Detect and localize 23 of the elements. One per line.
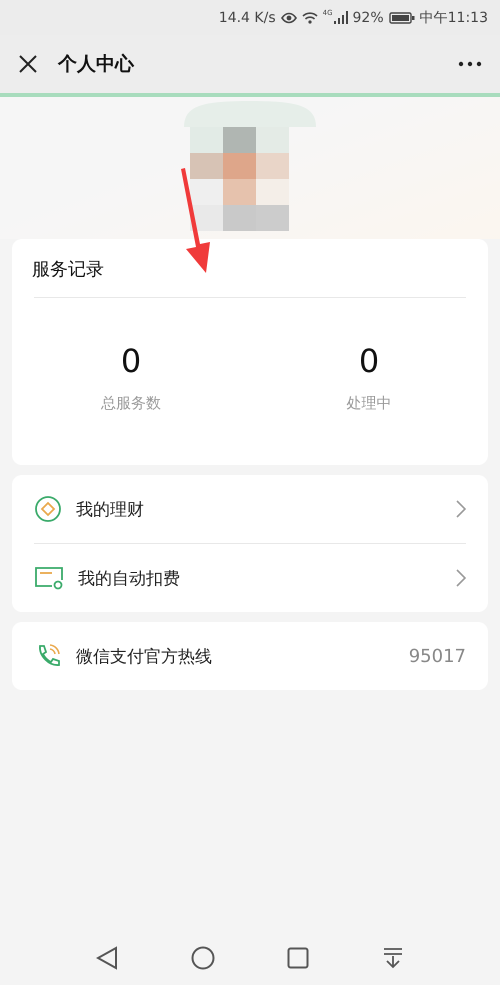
battery-icon	[388, 12, 415, 24]
menu-item[interactable]: 我的理财	[12, 475, 488, 543]
stat-label: 总服务数	[101, 394, 161, 413]
chevron-right-icon	[456, 569, 466, 587]
clock: 中午11:13	[420, 8, 488, 26]
more-button[interactable]	[456, 59, 484, 69]
signal-icon	[334, 11, 348, 24]
chevron-right-icon	[456, 500, 466, 518]
page-title: 个人中心	[58, 52, 136, 77]
card-title: 服务记录	[31, 258, 105, 282]
stat-value: 0	[358, 342, 380, 380]
wifi-icon	[302, 11, 318, 24]
card-icon	[34, 565, 64, 591]
stat-label: 处理中	[346, 394, 392, 413]
recents-button[interactable]	[285, 944, 312, 970]
stat-value: 0	[120, 342, 142, 380]
menu-item[interactable]: 我的自动扣费	[12, 544, 488, 612]
hotline-item[interactable]: 微信支付官方热线 95017	[12, 622, 488, 690]
network-speed: 14.4 K/s	[218, 10, 276, 26]
eye-icon	[280, 12, 297, 24]
diamond-coin-icon	[34, 495, 62, 523]
battery-percent: 92%	[352, 10, 384, 26]
home-button[interactable]	[188, 944, 217, 972]
